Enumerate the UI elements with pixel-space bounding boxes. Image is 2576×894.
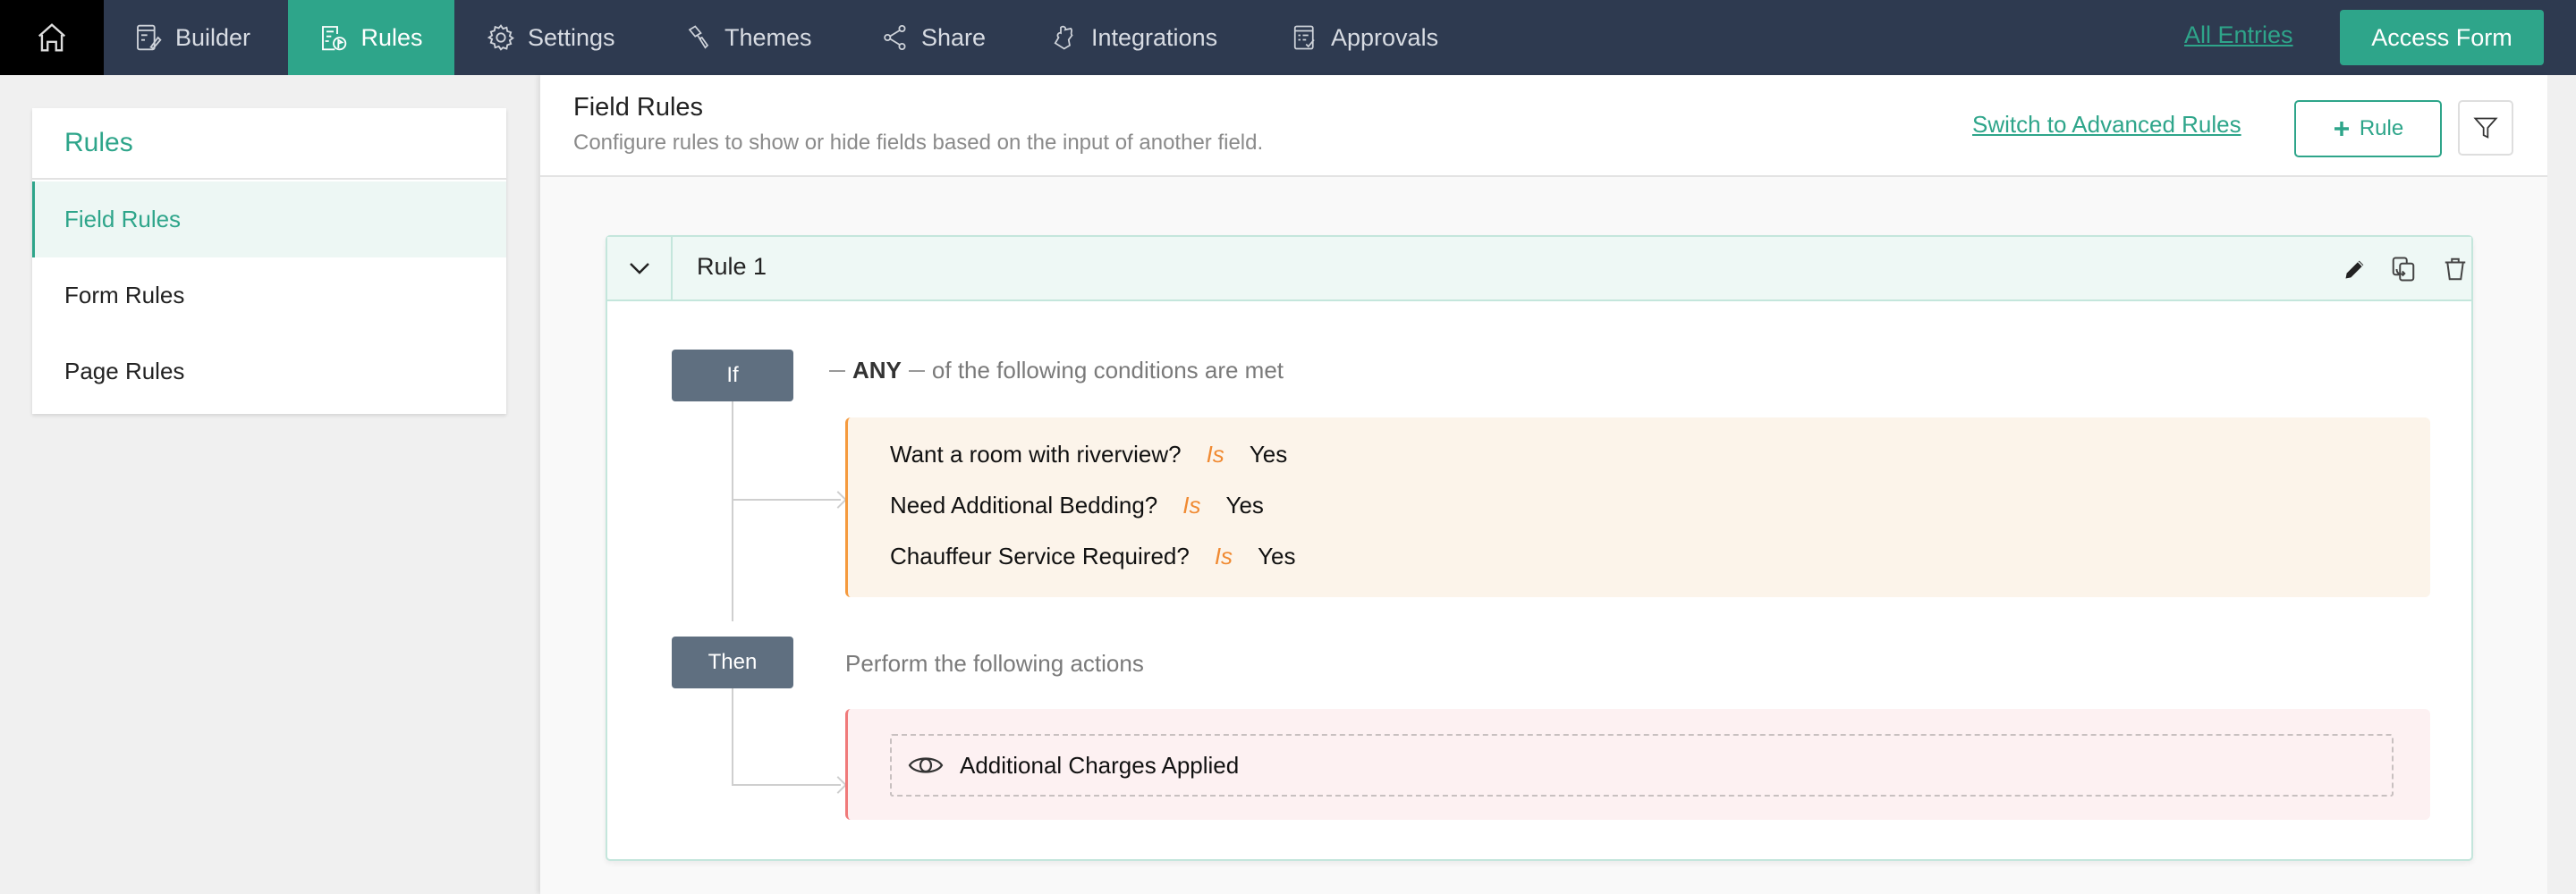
- page-subtitle: Configure rules to show or hide fields b…: [573, 131, 1264, 155]
- match-statement: ANY of the following conditions are met: [822, 357, 1284, 384]
- action-item[interactable]: Additional Charges Applied: [890, 734, 2394, 797]
- if-branch-line: [732, 499, 841, 501]
- condition-row[interactable]: Need Additional Bedding? Is Yes: [890, 492, 1264, 519]
- nav-rules-label: Rules: [360, 23, 423, 51]
- nav-settings[interactable]: Settings: [487, 0, 615, 75]
- condition-value: Yes: [1225, 492, 1264, 519]
- then-badge: Then: [672, 637, 793, 688]
- nav-settings-label: Settings: [528, 23, 615, 51]
- if-badge: If: [672, 350, 793, 401]
- condition-field: Need Additional Bedding?: [890, 492, 1158, 519]
- dash-divider: [829, 369, 845, 372]
- condition-field: Chauffeur Service Required?: [890, 543, 1190, 569]
- action-field: Additional Charges Applied: [960, 751, 1240, 779]
- condition-row[interactable]: Chauffeur Service Required? Is Yes: [890, 543, 1295, 570]
- nav-themes-label: Themes: [724, 23, 812, 51]
- duplicate-rule-button[interactable]: [2387, 253, 2419, 285]
- actions-box: Additional Charges Applied: [845, 709, 2430, 820]
- nav-builder-label: Builder: [175, 23, 251, 51]
- if-connector-line: [732, 401, 733, 621]
- nav-share[interactable]: Share: [882, 0, 986, 75]
- sidebar-item-field-rules[interactable]: Field Rules: [32, 181, 506, 257]
- rules-sidebar: Rules Field Rules Form Rules Page Rules: [32, 108, 506, 414]
- home-icon: [38, 23, 66, 52]
- duplicate-icon: [2392, 257, 2415, 282]
- switch-advanced-rules-link[interactable]: Switch to Advanced Rules: [1972, 111, 2241, 139]
- share-icon: [884, 25, 906, 50]
- nav-approvals-label: Approvals: [1331, 23, 1439, 51]
- all-entries-link[interactable]: All Entries: [2184, 21, 2293, 49]
- arrow-icon: [829, 491, 847, 509]
- rule-card: Rule 1 If ANY of the following condition…: [606, 235, 2473, 861]
- paint-roller-icon: [688, 25, 709, 49]
- add-rule-label: Rule: [2359, 116, 2404, 140]
- condition-value: Yes: [1249, 441, 1288, 468]
- rule-name: Rule 1: [697, 253, 767, 280]
- nav-integrations[interactable]: Integrations: [1052, 0, 1217, 75]
- page-title: Field Rules: [573, 93, 704, 122]
- rules-icon: [322, 26, 347, 51]
- then-branch-line: [732, 784, 841, 786]
- sidebar-item-page-rules[interactable]: Page Rules: [32, 333, 506, 409]
- then-description: Perform the following actions: [845, 650, 1144, 677]
- then-connector-line: [732, 688, 733, 785]
- conditions-box: Want a room with riverview? Is Yes Need …: [845, 417, 2430, 597]
- nav-rules[interactable]: Rules: [288, 0, 454, 75]
- chevron-down-icon: [629, 263, 649, 274]
- add-rule-button[interactable]: Rule: [2294, 100, 2442, 157]
- condition-operator: Is: [1214, 543, 1233, 569]
- rule-header: Rule 1: [607, 237, 2471, 301]
- builder-icon: [137, 24, 162, 51]
- approvals-icon: [1293, 25, 1315, 50]
- condition-value: Yes: [1258, 543, 1296, 569]
- filter-icon: [2473, 117, 2498, 139]
- eye-icon: [908, 757, 944, 773]
- match-suffix: of the following conditions are met: [931, 357, 1284, 384]
- filter-button[interactable]: [2458, 100, 2513, 156]
- condition-operator: Is: [1206, 441, 1224, 468]
- sidebar-title: Rules: [32, 108, 506, 180]
- sidebar-item-form-rules[interactable]: Form Rules: [32, 257, 506, 333]
- dash-divider: [908, 369, 925, 372]
- condition-operator: Is: [1182, 492, 1201, 519]
- nav-share-label: Share: [921, 23, 987, 51]
- top-navigation-bar: Builder Rules Settings Themes Share Inte…: [0, 0, 2576, 75]
- condition-field: Want a room with riverview?: [890, 441, 1182, 468]
- delete-rule-button[interactable]: [2439, 253, 2471, 285]
- page-header: Field Rules Configure rules to show or h…: [540, 75, 2547, 177]
- nav-approvals[interactable]: Approvals: [1292, 0, 1438, 75]
- access-form-button[interactable]: Access Form: [2340, 10, 2544, 65]
- gear-icon: [487, 24, 514, 51]
- plus-icon: [2334, 122, 2349, 136]
- nav-builder[interactable]: Builder: [134, 0, 250, 75]
- condition-row[interactable]: Want a room with riverview? Is Yes: [890, 441, 1287, 468]
- nav-integrations-label: Integrations: [1091, 23, 1218, 51]
- collapse-toggle[interactable]: [607, 237, 673, 299]
- nav-themes[interactable]: Themes: [685, 0, 812, 75]
- main-panel: Field Rules Configure rules to show or h…: [540, 75, 2547, 894]
- home-button[interactable]: [0, 0, 104, 75]
- trash-icon: [2445, 257, 2466, 281]
- pencil-icon: [2345, 260, 2364, 279]
- edit-rule-button[interactable]: [2339, 253, 2371, 285]
- puzzle-icon: [1054, 25, 1073, 50]
- match-type-selector[interactable]: ANY: [852, 357, 902, 384]
- arrow-icon: [829, 776, 847, 794]
